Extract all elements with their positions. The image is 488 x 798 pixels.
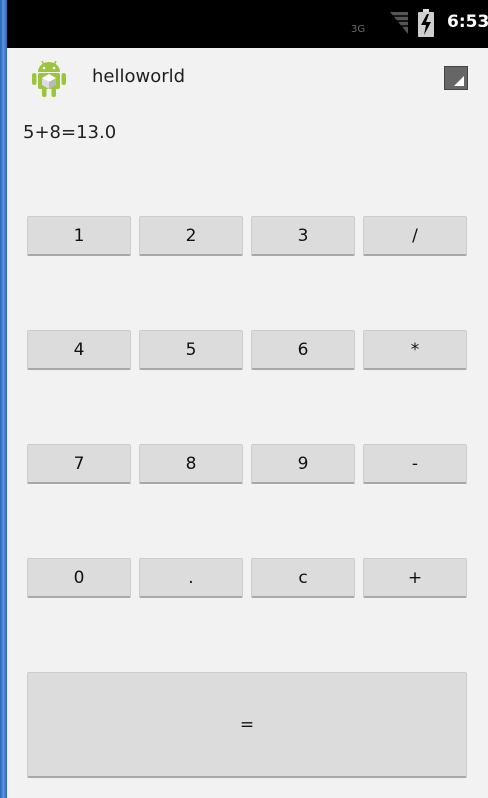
network-type-label: 3G xyxy=(351,24,366,35)
overflow-menu-icon[interactable] xyxy=(444,66,468,90)
key-8-button[interactable]: 8 xyxy=(139,444,243,484)
multiply-button[interactable]: * xyxy=(363,330,467,370)
subtract-button[interactable]: - xyxy=(363,444,467,484)
decimal-point-button[interactable]: . xyxy=(139,558,243,598)
status-bar: 3G 6:53 xyxy=(7,0,488,48)
signal-icon xyxy=(390,12,408,34)
key-7-button[interactable]: 7 xyxy=(27,444,131,484)
key-4-button[interactable]: 4 xyxy=(27,330,131,370)
app-title: helloworld xyxy=(92,66,186,87)
window-edge xyxy=(0,0,7,798)
divide-button[interactable]: / xyxy=(363,216,467,256)
status-clock: 6:53 xyxy=(447,12,488,32)
key-6-button[interactable]: 6 xyxy=(251,330,355,370)
key-2-button[interactable]: 2 xyxy=(139,216,243,256)
key-3-button[interactable]: 3 xyxy=(251,216,355,256)
clear-button[interactable]: c xyxy=(251,558,355,598)
key-5-button[interactable]: 5 xyxy=(139,330,243,370)
result-display: 5+8=13.0 xyxy=(23,122,117,143)
key-1-button[interactable]: 1 xyxy=(27,216,131,256)
equals-button[interactable]: = xyxy=(27,672,467,778)
title-bar: helloworld xyxy=(7,48,488,108)
key-0-button[interactable]: 0 xyxy=(27,558,131,598)
android-robot-icon xyxy=(32,60,66,97)
add-button[interactable]: + xyxy=(363,558,467,598)
battery-charging-icon xyxy=(418,9,434,37)
phone-screen: 3G 6:53 helloworld 5+8=13.0 1 2 3 / 4 5 … xyxy=(7,0,488,798)
key-9-button[interactable]: 9 xyxy=(251,444,355,484)
